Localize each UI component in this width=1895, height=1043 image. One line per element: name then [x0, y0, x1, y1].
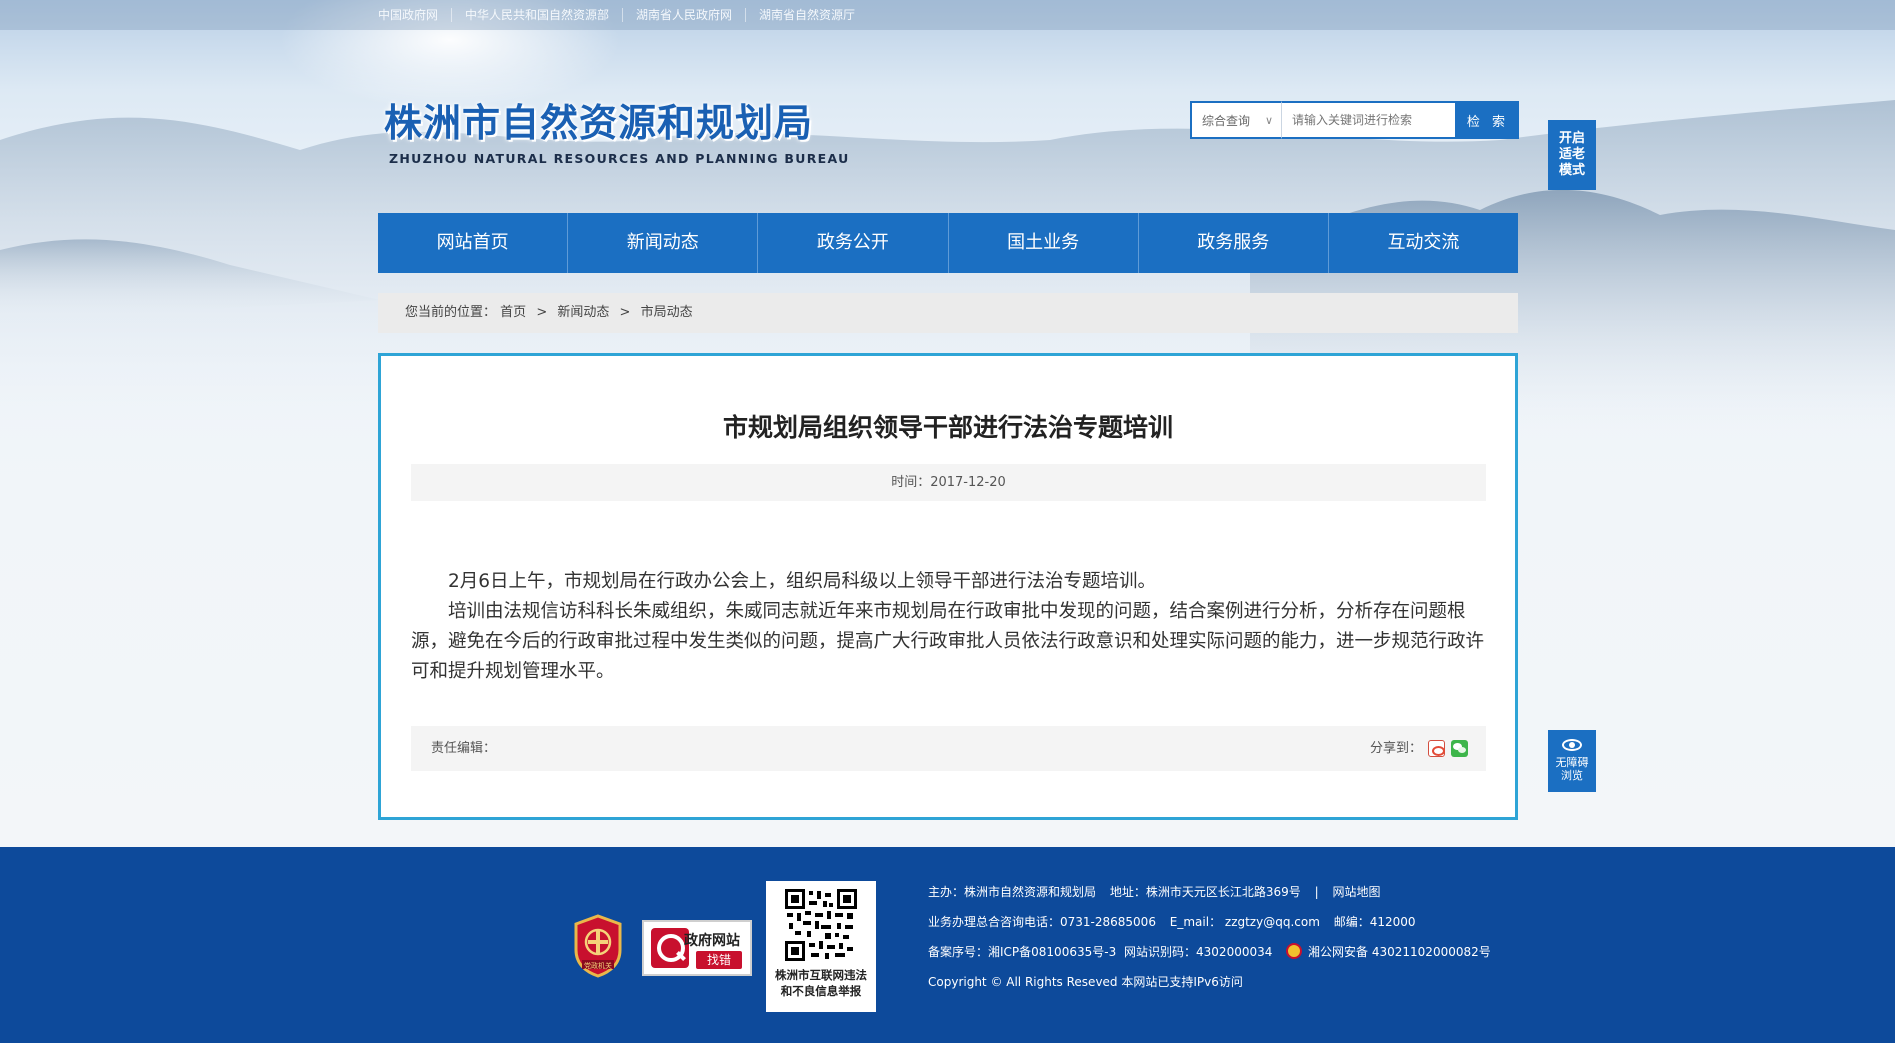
accessible-label-2: 浏览	[1561, 769, 1583, 782]
elder-mode-button[interactable]: 开启 适老 模式	[1548, 120, 1596, 190]
footer-row-copyright: Copyright © All Rights Reseved 本网站已支持IPv…	[928, 972, 1491, 1002]
gov-site-find-error-button[interactable]: 政府网站 找错	[642, 920, 752, 976]
breadcrumb-home[interactable]: 首页	[500, 305, 526, 320]
site-logo[interactable]: 株洲市自然资源和规划局 ZHUZHOU NATURAL RESOURCES AN…	[384, 92, 850, 166]
findbug-title: 政府网站	[684, 933, 740, 949]
footer-row-host: 主办：株洲市自然资源和规划局 地址：株洲市天元区长江北路369号 | 网站地图	[928, 885, 1381, 899]
top-links: 中国政府网 中华人民共和国自然资源部 湖南省人民政府网 湖南省自然资源厅	[378, 8, 868, 22]
breadcrumb-prefix: 您当前的位置：	[405, 305, 497, 320]
footer-row-contact: 业务办理总合咨询电话：0731-28685006 E_mail： zzgtzy@…	[928, 912, 1491, 942]
breadcrumb: 您当前的位置： 首页 > 新闻动态 > 市局动态	[378, 293, 1518, 333]
qr-caption: 株洲市互联网违法 和不良信息举报	[766, 967, 876, 999]
breadcrumb-separator: >	[536, 305, 548, 320]
accessible-label-1: 无障碍	[1555, 756, 1589, 769]
search-scope-value: 综合查询	[1202, 113, 1251, 128]
footer-site-id: 网站识别码：4302000034	[1124, 945, 1273, 959]
article-body: 2月6日上午，市规划局在行政办公会上，组织局科级以上领导干部进行法治专题培训。 …	[411, 567, 1486, 687]
top-link-gov[interactable]: 中国政府网	[378, 8, 451, 22]
report-qr-code: 株洲市互联网违法 和不良信息举报	[766, 881, 876, 1012]
share-bar: 分享到：	[1370, 726, 1468, 771]
logo-title-cn: 株洲市自然资源和规划局	[384, 101, 814, 145]
footer-email: E_mail： zzgtzy@qq.com	[1169, 915, 1320, 929]
article-title: 市规划局组织领导干部进行法治专题培训	[722, 413, 1173, 442]
search-scope-select[interactable]: 综合查询 ∨	[1190, 101, 1281, 139]
nav-item-gov-affairs[interactable]: 政务公开	[758, 213, 949, 273]
footer-postcode: 邮编：412000	[1333, 915, 1416, 929]
top-link-hunan-dnr[interactable]: 湖南省自然资源厅	[745, 8, 868, 22]
elder-mode-label-3: 模式	[1558, 163, 1585, 178]
nav-item-gov-services[interactable]: 政务服务	[1139, 213, 1329, 273]
nav-item-home[interactable]: 网站首页	[378, 213, 569, 273]
police-badge-icon	[1286, 943, 1303, 959]
article-paragraph: 2月6日上午，市规划局在行政办公会上，组织局科级以上领导干部进行法治专题培训。	[448, 571, 1157, 592]
article-time: 时间：2017-12-20	[411, 464, 1486, 501]
article-panel: 市规划局组织领导干部进行法治专题培训 时间：2017-12-20 2月6日上午，…	[378, 353, 1518, 820]
top-link-hunan-gov[interactable]: 湖南省人民政府网	[622, 8, 745, 22]
top-link-mnr[interactable]: 中华人民共和国自然资源部	[451, 8, 622, 22]
footer-host: 主办：株洲市自然资源和规划局	[928, 885, 1097, 899]
footer-row-records: 备案序号：湘ICP备08100635号-3 网站识别码：4302000034 湘…	[928, 942, 1491, 972]
footer-icp-link[interactable]: 备案序号：湘ICP备08100635号-3	[928, 945, 1116, 959]
logo-title-en: ZHUZHOU NATURAL RESOURCES AND PLANNING B…	[389, 151, 850, 166]
nav-item-land-business[interactable]: 国土业务	[949, 213, 1139, 273]
accessible-browse-button[interactable]: 无障碍 浏览	[1548, 730, 1596, 792]
qr-caption-line-1: 株洲市互联网违法	[775, 968, 867, 982]
chevron-down-icon: ∨	[1264, 113, 1273, 127]
breadcrumb-city-news[interactable]: 市局动态	[641, 305, 693, 320]
search-input[interactable]	[1281, 101, 1457, 139]
footer-sitemap-link[interactable]: 网站地图	[1332, 885, 1380, 899]
search-bar: 综合查询 ∨ 检 索	[1190, 101, 1519, 139]
footer-info: 主办：株洲市自然资源和规划局 地址：株洲市天元区长江北路369号 | 网站地图 …	[928, 882, 1491, 1002]
footer-address: 地址：株洲市天元区长江北路369号	[1109, 885, 1301, 899]
qr-code-icon	[785, 889, 857, 961]
qr-caption-line-2: 和不良信息举报	[780, 984, 862, 998]
footer-phone: 业务办理总合咨询电话：0731-28685006	[928, 915, 1156, 929]
footer-police-link[interactable]: 湘公网安备 43021102000082号	[1308, 945, 1491, 959]
article-paragraph: 培训由法规信访科科长朱威组织，朱威同志就近年来市规划局在行政审批中发现的问题，结…	[411, 601, 1485, 682]
main-nav: 网站首页 新闻动态 政务公开 国土业务 政务服务 互动交流	[378, 213, 1518, 273]
footer-copyright: Copyright © All Rights Reseved 本网站已支持IPv…	[928, 975, 1243, 989]
elder-mode-label-1: 开启	[1558, 131, 1585, 146]
party-gov-badge-icon[interactable]: 党政机关	[572, 914, 624, 978]
share-label: 分享到：	[1369, 741, 1422, 756]
elder-mode-label-2: 适老	[1558, 147, 1585, 162]
wechat-icon[interactable]	[1451, 740, 1468, 757]
findbug-action: 找错	[696, 951, 742, 969]
nav-item-news[interactable]: 新闻动态	[568, 213, 759, 273]
eye-icon	[1562, 739, 1582, 751]
breadcrumb-separator: >	[619, 305, 631, 320]
breadcrumb-news[interactable]: 新闻动态	[557, 305, 609, 320]
search-button[interactable]: 检 索	[1457, 101, 1519, 139]
badge-text: 党政机关	[584, 961, 612, 970]
nav-item-interaction[interactable]: 互动交流	[1329, 213, 1518, 273]
weibo-icon[interactable]	[1428, 740, 1445, 757]
top-links-bar: 中国政府网 中华人民共和国自然资源部 湖南省人民政府网 湖南省自然资源厅	[0, 0, 1895, 30]
editor-label: 责任编辑：	[431, 741, 497, 756]
article-footer: 责任编辑： 分享到：	[411, 726, 1486, 771]
